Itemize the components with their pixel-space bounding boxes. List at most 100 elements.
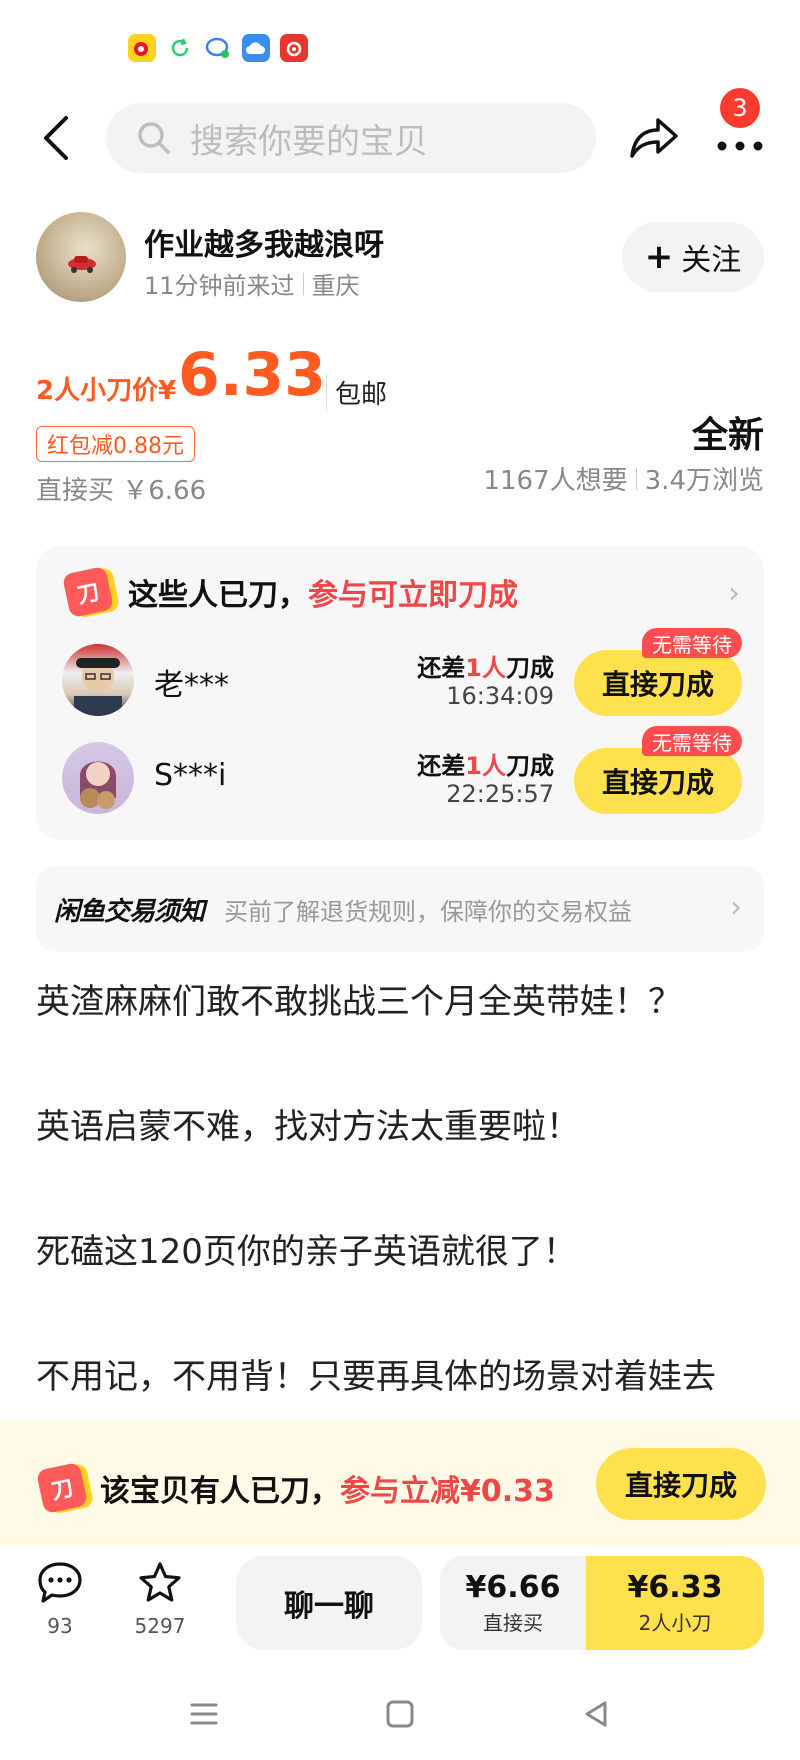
member-avatar [62, 644, 134, 716]
search-placeholder: 搜索你要的宝贝 [190, 121, 428, 162]
follow-label: 关注 [681, 243, 742, 278]
countdown: 22:25:57 [446, 780, 554, 808]
group-bargain-card[interactable]: 刀 这些人已刀， 参与可立即刀成 › 老*** 还差1人刀成 16:34:09 … [36, 546, 764, 840]
need-count: 1人 [465, 654, 506, 682]
member-avatar-image [79, 761, 117, 809]
favorite-button[interactable]: 5297 [120, 1560, 200, 1638]
favorites-count: 5297 [134, 1614, 186, 1638]
countdown: 16:34:09 [446, 682, 554, 710]
no-wait-tag: 无需等待 [642, 726, 742, 756]
need-suffix: 刀成 [506, 654, 554, 682]
need-count: 1人 [465, 752, 506, 780]
cart-badge: 3 [720, 88, 760, 128]
group-buy-label: 2人小刀 [638, 1611, 712, 1635]
card-header: 刀 这些人已刀， 参与可立即刀成 [61, 565, 518, 619]
seller-name[interactable]: 作业越多我越浪呀 [144, 220, 384, 264]
banner-text-main: 该宝贝有人已刀， [100, 1474, 340, 1509]
direct-buy-price-value: ¥6.66 [465, 1570, 561, 1605]
last-seen: 11分钟前来过 [144, 272, 295, 300]
member-need: 还差1人刀成 [417, 648, 554, 683]
sync-icon [166, 34, 194, 62]
views-count: 3.4万浏览 [644, 466, 764, 496]
bargain-banner: 刀 该宝贝有人已刀，参与立减¥0.33 直接刀成 [0, 1420, 800, 1546]
chevron-right-icon: › [730, 890, 742, 925]
condition-tag: 全新 [691, 406, 765, 458]
no-wait-tag: 无需等待 [642, 628, 742, 658]
cloud-icon [242, 34, 270, 62]
description-line: 英语启蒙不难，找对方法太重要啦！ [36, 1107, 580, 1147]
message-icon [204, 34, 232, 62]
need-suffix: 刀成 [506, 752, 554, 780]
price-row: 2人小刀价¥ 6.33 包邮 [36, 340, 764, 420]
home-nav-button[interactable] [302, 1699, 498, 1729]
group-member-row: S***i 还差1人刀成 22:25:57 直接刀成 无需等待 [62, 726, 742, 818]
shipping-label: 包邮 [326, 374, 387, 411]
price-value: 6.33 [178, 340, 327, 410]
wants-count: 1167人想要 [483, 466, 628, 496]
home-square-icon [386, 1700, 414, 1728]
member-name: S***i [154, 758, 227, 793]
menu-icon [190, 1703, 218, 1725]
divider [635, 467, 637, 490]
join-bargain-button[interactable]: 直接刀成 [574, 748, 742, 814]
price-label: 2人小刀价¥ [36, 376, 177, 406]
bargain-badge-icon: 刀 [61, 565, 115, 619]
join-bargain-button[interactable]: 直接刀成 [574, 650, 742, 716]
comments-count: 93 [47, 1614, 73, 1638]
description-line: 英渣麻麻们敢不敢挑战三个月全英带娃！？ [36, 982, 682, 1022]
comment-icon [38, 1562, 82, 1603]
direct-buy-price: 直接买 ￥6.66 [36, 476, 207, 506]
trade-notice[interactable]: 闲鱼交易须知 买前了解退货规则，保障你的交易权益 › [36, 866, 764, 952]
star-icon [139, 1562, 181, 1602]
back-nav-button[interactable] [498, 1699, 694, 1729]
group-buy-price: ¥6.33 [627, 1570, 723, 1605]
group-member-row: 老*** 还差1人刀成 16:34:09 直接刀成 无需等待 [62, 628, 742, 720]
divider [302, 272, 304, 295]
back-button[interactable] [36, 114, 76, 162]
back-triangle-icon [585, 1701, 607, 1727]
notice-text: 买前了解退货规则，保障你的交易权益 [224, 897, 633, 926]
share-button[interactable] [628, 112, 680, 164]
search-icon [138, 122, 170, 154]
direct-buy-label: 直接买 [483, 1611, 543, 1635]
banner-text: 该宝贝有人已刀，参与立减¥0.33 [100, 1466, 555, 1510]
share-icon [630, 118, 678, 158]
plus-icon: + [644, 237, 674, 277]
follow-button[interactable]: + 关注 [622, 222, 764, 292]
description-line: 死磕这120页你的亲子英语就很了！ [36, 1232, 577, 1272]
member-avatar-image [74, 658, 122, 716]
bargain-badge-text: 刀 [35, 1461, 89, 1515]
banner-text-highlight: 参与立减¥0.33 [340, 1474, 555, 1509]
need-prefix: 还差 [417, 654, 466, 682]
menu-nav-button[interactable] [106, 1700, 302, 1728]
bargain-badge-icon: 刀 [35, 1461, 89, 1515]
seller-info: 作业越多我越浪呀 11分钟前来过 重庆 + 关注 [36, 212, 764, 304]
item-description: 英渣麻麻们敢不敢挑战三个月全英带娃！？ 英语启蒙不难，找对方法太重要啦！ 死磕这… [36, 980, 766, 1480]
chevron-left-icon [44, 116, 68, 160]
need-prefix: 还差 [417, 752, 466, 780]
member-avatar [62, 742, 134, 814]
item-stats: 1167人想要 3.4万浏览 [483, 460, 764, 497]
card-title: 这些人已刀， [128, 578, 308, 613]
group-buy-button[interactable]: ¥6.33 2人小刀 [586, 1556, 764, 1650]
purchase-buttons: ¥6.66 直接买 ¥6.33 2人小刀 [440, 1556, 764, 1650]
weibo-icon [128, 34, 156, 62]
seller-avatar[interactable] [36, 212, 126, 302]
chat-button[interactable]: 聊一聊 [236, 1556, 422, 1650]
chevron-right-icon[interactable]: › [728, 576, 740, 611]
direct-bargain-button[interactable]: 直接刀成 [596, 1448, 766, 1520]
direct-buy-button[interactable]: ¥6.66 直接买 [440, 1556, 586, 1650]
action-bar: 93 5297 聊一聊 ¥6.66 直接买 ¥6.33 2人小刀 [0, 1546, 800, 1668]
seller-location: 重庆 [311, 272, 360, 300]
member-need: 还差1人刀成 [417, 746, 554, 781]
notice-title: 闲鱼交易须知 [54, 896, 205, 927]
comments-button[interactable]: 93 [20, 1560, 100, 1638]
system-nav-bar [0, 1668, 800, 1760]
seller-meta: 11分钟前来过 重庆 [144, 266, 360, 301]
music-icon [280, 34, 308, 62]
car-icon [68, 256, 96, 273]
status-bar [128, 34, 308, 66]
red-packet-tag[interactable]: 红包减0.88元 [36, 426, 195, 462]
search-input[interactable]: 搜索你要的宝贝 [106, 103, 596, 173]
card-title-highlight: 参与可立即刀成 [308, 578, 518, 613]
